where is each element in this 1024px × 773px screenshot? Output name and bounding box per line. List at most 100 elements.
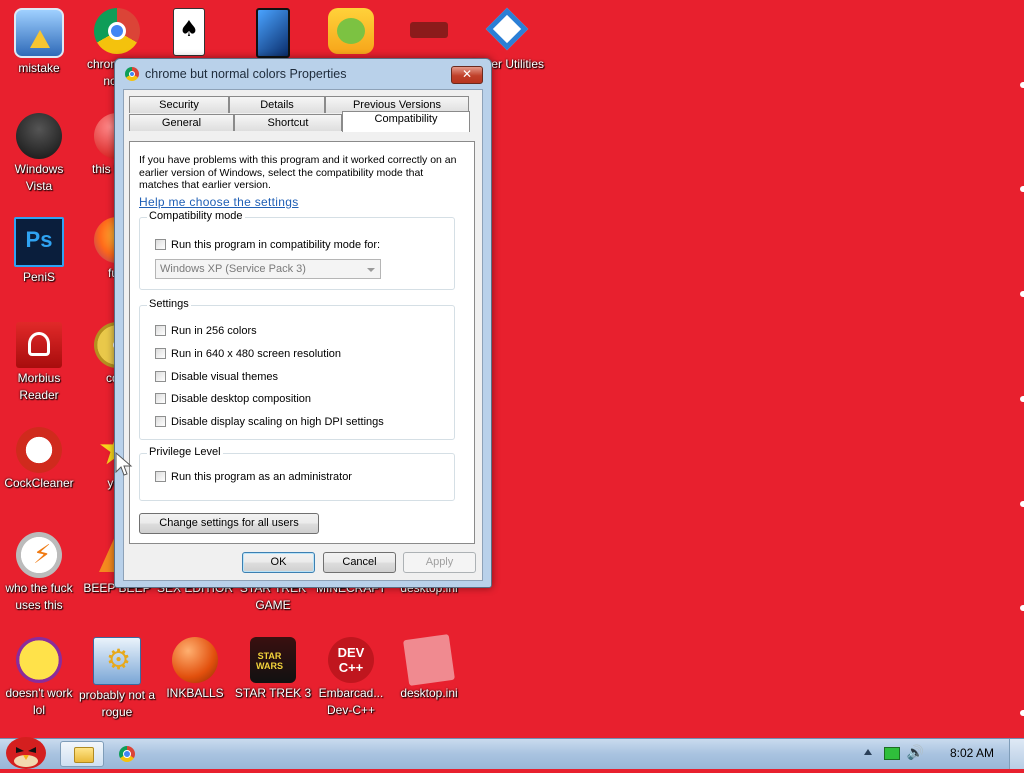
desktop-icon-penis[interactable]: Ps PeniS bbox=[0, 217, 78, 286]
checkbox-label: Run this program in compatibility mode f… bbox=[171, 239, 381, 251]
shield-logo-icon bbox=[406, 8, 452, 54]
change-settings-all-users-button[interactable]: Change settings for all users bbox=[139, 513, 319, 534]
checkbox-label: Run in 640 x 480 screen resolution bbox=[171, 348, 341, 360]
desktop-icon-dev-cpp[interactable]: DEV C++ Embarcad... Dev-C++ bbox=[312, 637, 390, 719]
inkball-icon bbox=[172, 637, 218, 683]
desktop-icon-label: INKBALLS bbox=[166, 686, 224, 700]
desktop-icon-label: probably not a rogue bbox=[78, 688, 156, 719]
mouse-cursor-icon bbox=[115, 452, 133, 476]
desktop-icon-shield[interactable] bbox=[390, 8, 468, 56]
edge-marker bbox=[1020, 82, 1024, 88]
desktop-icon-label: desktop.ini bbox=[400, 686, 458, 700]
setting-256-colors[interactable]: Run in 256 colors bbox=[155, 324, 257, 338]
dialog-client: Security Details Previous Versions Gener… bbox=[123, 89, 483, 581]
desktop-icon-probably-not-a-rogue[interactable]: ⚙ probably not a rogue bbox=[78, 637, 156, 721]
desktop-icon-solitaire[interactable]: ♠ bbox=[150, 8, 228, 58]
desktop-icon-mistake[interactable]: mistake bbox=[0, 8, 78, 77]
desktop-icon-who-uses-this[interactable]: ⚡ who the fuck uses this bbox=[0, 532, 78, 614]
desktop-icon-bad-piggies[interactable] bbox=[312, 8, 390, 56]
desktop-icon-inkballs[interactable]: INKBALLS bbox=[156, 637, 234, 702]
checkbox-box[interactable] bbox=[155, 393, 166, 404]
setting-disable-desktop-composition[interactable]: Disable desktop composition bbox=[155, 392, 311, 406]
ccleaner-icon bbox=[16, 427, 62, 473]
group-title: Privilege Level bbox=[147, 446, 223, 458]
chevron-down-icon bbox=[367, 268, 375, 272]
star-wars-icon: STAR WARS bbox=[250, 637, 296, 683]
volume-icon[interactable]: 🔊 bbox=[907, 745, 924, 761]
close-button[interactable]: ✕ bbox=[451, 66, 483, 84]
chrome-icon bbox=[94, 8, 140, 54]
checkbox-box[interactable] bbox=[155, 325, 166, 336]
desktop-icon-label: mistake bbox=[18, 61, 60, 75]
desktop-icon-star-trek-3[interactable]: STAR WARS STAR TREK 3 bbox=[234, 637, 312, 702]
desktop-icon-doesnt-work[interactable]: doesn't work lol bbox=[0, 637, 78, 719]
explorer-folder-icon bbox=[74, 747, 94, 763]
apply-button[interactable]: Apply bbox=[403, 552, 476, 573]
help-link[interactable]: Help me choose the settings bbox=[139, 195, 299, 209]
taskbar-explorer-button[interactable] bbox=[60, 741, 104, 767]
compat-mode-select[interactable]: Windows XP (Service Pack 3) bbox=[155, 259, 381, 279]
group-title: Settings bbox=[147, 298, 191, 310]
desktop-icon-label: doesn't work lol bbox=[5, 686, 73, 717]
edge-marker bbox=[1020, 396, 1024, 402]
settings-gears-icon: ⚙ bbox=[93, 637, 141, 685]
setting-disable-dpi-scaling[interactable]: Disable display scaling on high DPI sett… bbox=[155, 415, 384, 429]
checkbox-label: Disable display scaling on high DPI sett… bbox=[171, 416, 384, 428]
edge-marker bbox=[1020, 710, 1024, 716]
setting-disable-visual-themes[interactable]: Disable visual themes bbox=[155, 370, 278, 384]
settings-group: Settings Run in 256 colors Run in 640 x … bbox=[139, 298, 455, 440]
edge-marker bbox=[1020, 291, 1024, 297]
checkbox-box[interactable] bbox=[155, 239, 166, 250]
start-button[interactable] bbox=[2, 731, 50, 769]
dialog-titlebar[interactable]: chrome but normal colors Properties ✕ bbox=[115, 59, 491, 89]
winamp-icon: ⚡ bbox=[16, 532, 62, 578]
desktop-icon-label: Embarcad... Dev-C++ bbox=[318, 686, 384, 717]
checkbox-box[interactable] bbox=[155, 371, 166, 382]
chrome-icon bbox=[119, 746, 135, 762]
tab-security[interactable]: Security bbox=[129, 96, 229, 113]
edge-marker bbox=[1020, 605, 1024, 611]
desktop-icon-label: Morbius Reader bbox=[17, 371, 61, 402]
checkbox-label: Run in 256 colors bbox=[171, 325, 257, 337]
network-icon[interactable] bbox=[884, 747, 900, 760]
taskbar-clock[interactable]: 8:02 AM bbox=[950, 746, 994, 760]
show-desktop-button[interactable] bbox=[1009, 739, 1024, 769]
taskbar-chrome-button[interactable] bbox=[106, 741, 150, 767]
utilities-icon bbox=[484, 7, 530, 54]
edge-marker bbox=[1020, 186, 1024, 192]
ini-file-icon bbox=[403, 634, 455, 686]
tab-shortcut[interactable]: Shortcut bbox=[234, 114, 342, 131]
checkbox-box[interactable] bbox=[155, 416, 166, 427]
checkbox-box[interactable] bbox=[155, 348, 166, 359]
desktop-icon-morbius-reader[interactable]: Morbius Reader bbox=[0, 322, 78, 404]
show-hidden-icons-icon[interactable] bbox=[864, 749, 872, 755]
desktop-icon-phone[interactable] bbox=[234, 8, 312, 60]
desktop-icon-desktop-ini-2[interactable]: desktop.ini bbox=[390, 634, 468, 702]
cancel-button[interactable]: Cancel bbox=[323, 552, 396, 573]
setting-640x480[interactable]: Run in 640 x 480 screen resolution bbox=[155, 347, 341, 361]
chrome-icon bbox=[125, 67, 139, 81]
acrobat-icon bbox=[16, 322, 62, 368]
compat-mode-checkbox[interactable]: Run this program in compatibility mode f… bbox=[155, 238, 380, 252]
checkbox-label: Disable desktop composition bbox=[171, 393, 312, 405]
devcpp-icon: DEV C++ bbox=[328, 637, 374, 683]
checkbox-label: Disable visual themes bbox=[171, 371, 278, 383]
desktop-icon-cockcleaner[interactable]: CockCleaner bbox=[0, 427, 78, 492]
dialog-title: chrome but normal colors Properties bbox=[145, 67, 347, 81]
tab-details[interactable]: Details bbox=[229, 96, 325, 113]
desktop-icon-windows-vista[interactable]: Windows Vista bbox=[0, 113, 78, 195]
yahoo-messenger-icon bbox=[16, 637, 62, 683]
computer-warning-icon bbox=[14, 8, 64, 58]
checkbox-label: Run this program as an administrator bbox=[171, 471, 352, 483]
desktop-icon-label: STAR TREK 3 bbox=[234, 686, 312, 700]
group-title: Compatibility mode bbox=[147, 210, 245, 222]
checkbox-box[interactable] bbox=[155, 471, 166, 482]
tab-compatibility[interactable]: Compatibility bbox=[342, 111, 470, 132]
privilege-level-group: Privilege Level Run this program as an a… bbox=[139, 446, 455, 501]
desktop-icon-label: who the fuck uses this bbox=[5, 581, 73, 612]
angry-birds-start-icon bbox=[6, 737, 46, 769]
run-as-admin-checkbox[interactable]: Run this program as an administrator bbox=[155, 470, 352, 484]
tab-general[interactable]: General bbox=[129, 114, 234, 131]
compatibility-panel: If you have problems with this program a… bbox=[129, 141, 475, 544]
ok-button[interactable]: OK bbox=[242, 552, 315, 573]
